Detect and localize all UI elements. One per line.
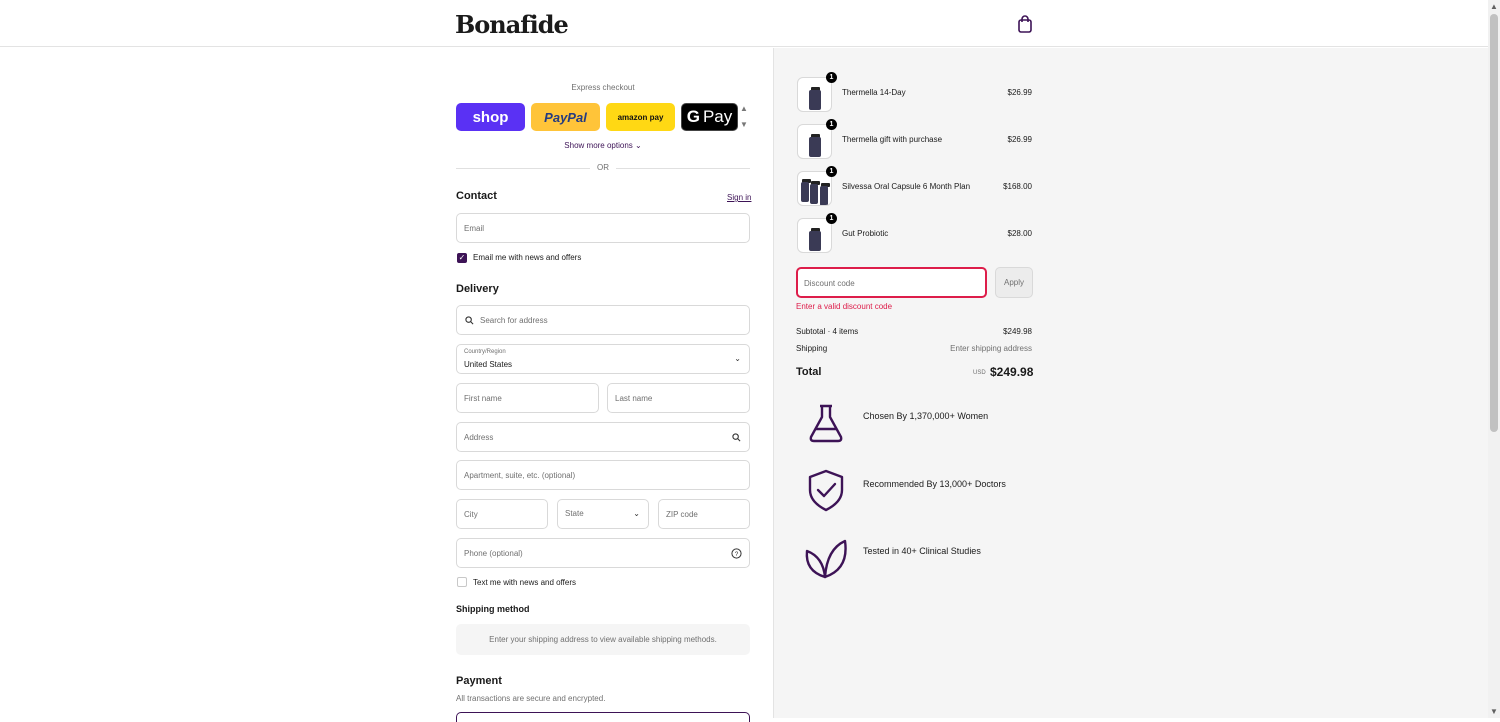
express-checkout-title: Express checkout (571, 83, 635, 92)
trust-women: Chosen By 1,370,000+ Women (863, 411, 989, 421)
shipping-methods-message: Enter your shipping address to view avai… (456, 624, 750, 655)
total-label: Total (796, 366, 822, 378)
shipping-method-title: Shipping method (456, 604, 530, 614)
search-icon (732, 433, 741, 442)
shopping-bag-icon[interactable] (1017, 15, 1033, 33)
chevron-down-icon: ⌄ (633, 509, 640, 518)
svg-text:?: ? (735, 551, 739, 558)
email-opt-in-checkbox[interactable]: ✓ (457, 253, 467, 263)
scroll-down-icon[interactable]: ▼ (740, 120, 748, 129)
sign-in-link[interactable]: Sign in (727, 193, 751, 202)
last-name-placeholder: Last name (615, 394, 653, 403)
apply-discount-button[interactable]: Apply (995, 267, 1033, 298)
order-summary-panel (773, 48, 1488, 718)
product-image (797, 77, 832, 112)
trust-doctors: Recommended By 13,000+ Doctors (863, 479, 1006, 489)
scroll-up-arrow-icon[interactable]: ▲ (1490, 2, 1498, 11)
address-search-field[interactable]: Search for address (456, 305, 750, 335)
item-name: Gut Probiotic (842, 229, 889, 238)
city-placeholder: City (464, 510, 478, 519)
apartment-field[interactable]: Apartment, suite, etc. (optional) (456, 460, 750, 490)
email-opt-in-label: Email me with news and offers (473, 253, 582, 262)
shipping-label: Shipping (796, 344, 828, 353)
country-label: Country/Region (464, 349, 506, 355)
payment-subtitle: All transactions are secure and encrypte… (456, 694, 606, 703)
email-field[interactable]: Email (456, 213, 750, 243)
phone-placeholder: Phone (optional) (464, 549, 523, 558)
last-name-field[interactable]: Last name (607, 383, 750, 413)
paypal-button[interactable]: PayPal (531, 103, 600, 131)
subtotal-value: $249.98 (1003, 327, 1032, 336)
scroll-down-arrow-icon[interactable]: ▼ (1490, 707, 1498, 716)
first-name-field[interactable]: First name (456, 383, 599, 413)
item-price: $26.99 (1007, 135, 1032, 144)
email-placeholder: Email (464, 224, 485, 233)
apartment-placeholder: Apartment, suite, etc. (optional) (464, 471, 576, 480)
zip-placeholder: ZIP code (666, 510, 698, 519)
show-more-options-button[interactable]: Show more options ⌄ (456, 141, 750, 150)
payment-title: Payment (456, 675, 502, 687)
discount-code-placeholder: Discount code (804, 279, 855, 288)
first-name-placeholder: First name (464, 394, 502, 403)
city-field[interactable]: City (456, 499, 548, 529)
total-currency: USD (973, 370, 986, 376)
chevron-down-icon: ⌄ (734, 354, 741, 363)
item-name: Thermella 14-Day (842, 88, 906, 97)
or-separator: OR (592, 163, 614, 172)
product-image (797, 124, 832, 159)
item-price: $168.00 (1003, 182, 1032, 191)
contact-title: Contact (456, 190, 497, 202)
divider-right (616, 168, 750, 169)
shop-pay-button[interactable]: shop (456, 103, 525, 131)
divider-left (456, 168, 590, 169)
payment-method-box[interactable] (456, 712, 750, 722)
discount-code-input[interactable]: Discount code (796, 267, 987, 298)
scroll-up-icon[interactable]: ▲ (740, 104, 748, 113)
shipping-value: Enter shipping address (950, 344, 1032, 353)
discount-error-message: Enter a valid discount code (796, 302, 893, 311)
quantity-badge: 1 (826, 166, 837, 177)
leaf-icon (805, 539, 847, 579)
item-price: $28.00 (1007, 229, 1032, 238)
shield-check-icon (808, 469, 844, 512)
total-value: $249.98 (990, 365, 1034, 379)
product-image (797, 171, 832, 206)
state-select[interactable]: State ⌄ (557, 499, 649, 529)
address-search-placeholder: Search for address (480, 316, 548, 325)
item-name: Thermella gift with purchase (842, 135, 943, 144)
site-header: Bonafide (0, 0, 1488, 47)
logo[interactable]: Bonafide (455, 10, 569, 39)
amazon-pay-button[interactable]: amazon pay (606, 103, 675, 131)
quantity-badge: 1 (826, 72, 837, 83)
country-select[interactable]: Country/Region United States ⌄ (456, 344, 750, 374)
address-placeholder: Address (464, 433, 494, 442)
product-image (797, 218, 832, 253)
quantity-badge: 1 (826, 119, 837, 130)
delivery-title: Delivery (456, 283, 499, 295)
item-name: Silvessa Oral Capsule 6 Month Plan (842, 182, 971, 191)
country-value: United States (464, 360, 513, 369)
scrollbar-thumb[interactable] (1490, 14, 1498, 432)
google-pay-button[interactable]: G Pay (681, 103, 738, 131)
flask-icon (809, 404, 843, 443)
state-placeholder: State (565, 509, 584, 518)
subtotal-label: Subtotal · 4 items (796, 327, 859, 336)
google-pay-label: Pay (702, 107, 733, 126)
google-icon: G (686, 107, 700, 126)
zip-field[interactable]: ZIP code (658, 499, 750, 529)
search-icon (465, 316, 474, 325)
trust-studies: Tested in 40+ Clinical Studies (863, 546, 981, 556)
help-icon[interactable]: ? (731, 548, 742, 559)
address-field[interactable]: Address (456, 422, 750, 452)
quantity-badge: 1 (826, 213, 837, 224)
text-opt-in-label: Text me with news and offers (473, 578, 577, 587)
text-opt-in-checkbox[interactable] (457, 577, 467, 587)
item-price: $26.99 (1007, 88, 1032, 97)
phone-field[interactable]: Phone (optional) ? (456, 538, 750, 568)
